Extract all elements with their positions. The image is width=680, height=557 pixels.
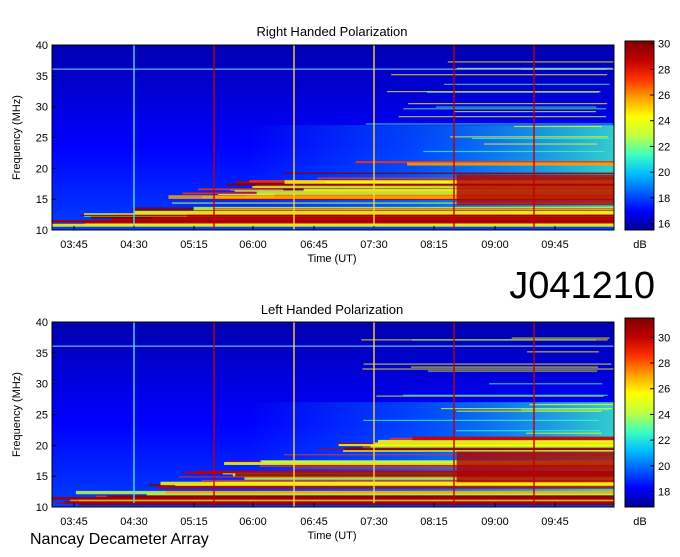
dynamic-spectrum-figure: J041210 Nancay Decameter Array Right Han… [11,24,670,548]
rh-y-tick-label: 15 [36,194,48,206]
instrument-label: Nancay Decameter Array [30,531,209,548]
lh-y-tick-label: 40 [36,317,48,329]
rh-title: Right Handed Polarization [256,24,407,39]
rh-colorbar-tick-label: 16 [658,219,670,231]
lh-panel: Left Handed Polarization 40 35 30 25 20 15 10 Fr… [11,302,670,542]
rh-y-tick-label: 10 [36,225,48,237]
rh-x-tick-label: 09:00 [481,239,509,251]
lh-x-tick-label: 09:45 [541,516,569,528]
rh-x-tick-label: 08:15 [420,239,448,251]
rh-y-tick-label: 25 [36,133,48,145]
rh-y-tick-label: 40 [36,40,48,52]
lh-x-tick-label: 07:30 [360,516,388,528]
rh-colorbar-tick-label: 24 [658,116,670,128]
lh-y-axis-label: Frequency (MHz) [11,372,23,457]
lh-x-tick-label: 08:15 [420,516,448,528]
rh-colorbar: 30 28 26 24 22 20 18 16 dB [624,39,670,251]
lh-spectrogram [52,322,615,507]
rh-colorbar-tick-label: 28 [658,64,670,76]
lh-x-axis-label: Time (UT) [307,530,356,542]
lh-title: Left Handed Polarization [261,302,403,317]
rh-panel: Right Handed Polarization 40 35 30 25 20 15 10 F… [11,24,670,265]
lh-colorbar-tick-label: 22 [658,435,670,447]
rh-colorbar-tick-label: 30 [658,39,670,51]
rh-x-axis-label: Time (UT) [307,253,356,265]
rh-x-tick-label: 09:45 [541,239,569,251]
lh-y-tick-label: 15 [36,471,48,483]
rh-colorbar-tick-label: 20 [658,167,670,179]
lh-colorbar-label: dB [633,516,646,528]
rh-y-axis-label: Frequency (MHz) [11,95,23,180]
lh-colorbar-tick-label: 18 [658,487,670,499]
lh-colorbar-tick-label: 28 [658,358,670,370]
lh-colorbar-tick-label: 30 [658,332,670,344]
lh-colorbar-tick-label: 20 [658,461,670,473]
lh-colorbar-tick-label: 26 [658,384,670,396]
rh-x-tick-label: 06:45 [300,239,328,251]
rh-y-tick-label: 20 [36,163,48,175]
lh-y-tick-label: 20 [36,440,48,452]
lh-y-tick-label: 30 [36,379,48,391]
rh-x-tick-label: 03:45 [60,239,88,251]
lh-colorbar: 30 28 26 24 22 20 18 dB [624,317,670,528]
lh-x-tick-label: 06:45 [300,516,328,528]
lh-x-tick-label: 04:30 [120,516,148,528]
rh-y-tick-label: 35 [36,71,48,83]
lh-y-tick-label: 25 [36,410,48,422]
rh-colorbar-tick-label: 18 [658,193,670,205]
rh-x-tick-label: 05:15 [180,239,208,251]
lh-x-tick-label: 05:15 [180,516,208,528]
lh-colorbar-tick-label: 24 [658,409,670,421]
lh-x-tick-label: 03:45 [60,516,88,528]
rh-x-tick-label: 04:30 [120,239,148,251]
observation-id: J041210 [509,265,655,307]
rh-colorbar-tick-label: 22 [658,141,670,153]
lh-x-tick-label: 06:00 [239,516,267,528]
rh-spectrogram [52,45,615,230]
lh-x-tick-label: 09:00 [481,516,509,528]
rh-x-tick-label: 07:30 [360,239,388,251]
rh-colorbar-label: dB [633,239,646,251]
lh-y-tick-label: 35 [36,348,48,360]
lh-y-tick-label: 10 [36,502,48,514]
rh-x-tick-label: 06:00 [239,239,267,251]
rh-colorbar-tick-label: 26 [658,90,670,102]
rh-y-tick-label: 30 [36,102,48,114]
